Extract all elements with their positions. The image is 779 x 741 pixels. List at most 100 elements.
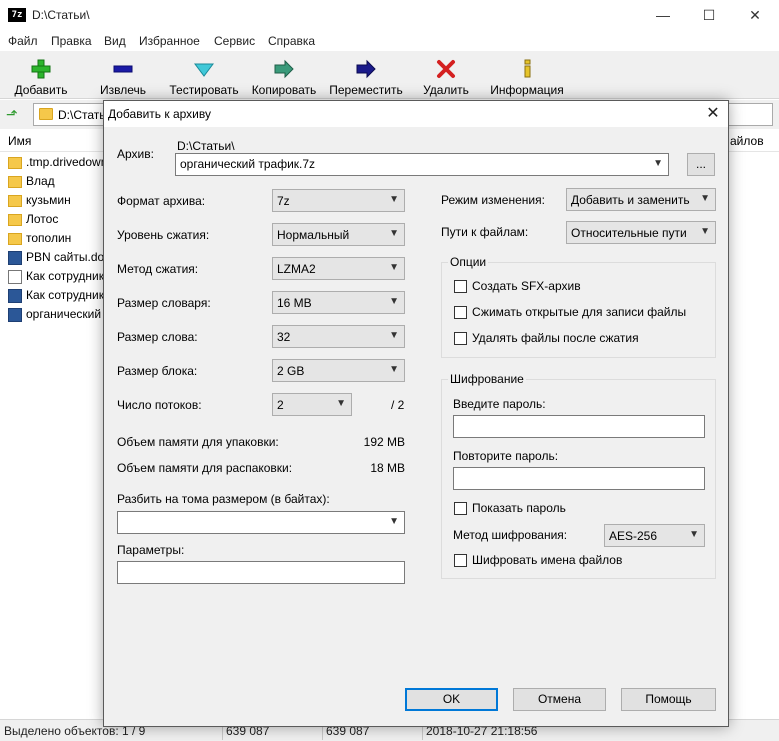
extract-label: Извлечь xyxy=(99,83,146,97)
menu-file[interactable]: Файл xyxy=(8,34,38,48)
password-label: Введите пароль: xyxy=(453,397,546,411)
dict-select[interactable]: 16 MB ▼ xyxy=(272,291,405,314)
help-button[interactable]: Помощь xyxy=(621,688,716,711)
level-value: Нормальный xyxy=(277,228,350,242)
threads-select[interactable]: 2 ▼ xyxy=(272,393,352,416)
encrypt-names-label: Шифровать имена файлов xyxy=(472,553,623,567)
maximize-button[interactable]: ☐ xyxy=(686,0,732,31)
mem-unpack-value: 18 MB xyxy=(370,461,405,475)
dialog-title: Добавить к архиву xyxy=(108,107,211,121)
path-mode-label: Пути к файлам: xyxy=(441,225,529,239)
menu-tools[interactable]: Сервис xyxy=(214,34,255,48)
threads-label: Число потоков: xyxy=(117,398,202,412)
sfx-checkbox[interactable] xyxy=(454,280,467,293)
list-item[interactable]: тополин xyxy=(8,231,71,250)
params-input[interactable] xyxy=(117,561,405,584)
column-name-header[interactable]: Имя xyxy=(8,134,31,148)
word-doc-icon xyxy=(8,288,22,303)
archive-name-combo[interactable]: органический трафик.7z ▼ xyxy=(175,153,669,176)
delete-after-checkbox[interactable] xyxy=(454,332,467,345)
update-mode-select[interactable]: Добавить и заменить ▼ xyxy=(566,188,716,211)
list-item[interactable]: Влад xyxy=(8,174,55,193)
level-select[interactable]: Нормальный ▼ xyxy=(272,223,405,246)
archive-label: Архив: xyxy=(117,147,154,161)
app-icon: 7z xyxy=(8,8,26,22)
browse-button[interactable]: ... xyxy=(687,153,715,176)
folder-icon xyxy=(8,232,22,245)
repeat-password-input[interactable] xyxy=(453,467,705,490)
list-item[interactable]: Как сотрудник xyxy=(8,288,104,307)
params-label: Параметры: xyxy=(117,543,185,557)
block-select[interactable]: 2 GB ▼ xyxy=(272,359,405,382)
folder-icon xyxy=(8,194,22,207)
copy-arrow-icon xyxy=(274,59,294,79)
add-to-archive-dialog: Добавить к архиву ✕ Архив: D:\Статьи\ ор… xyxy=(103,100,729,727)
extract-button[interactable]: Извлечь xyxy=(92,53,154,97)
list-item[interactable]: PBN сайты.doc xyxy=(8,250,110,269)
cancel-button[interactable]: Отмена xyxy=(513,688,606,711)
chevron-down-icon: ▼ xyxy=(336,398,346,409)
mem-pack-label: Объем памяти для упаковки: xyxy=(117,435,279,449)
info-button[interactable]: Информация xyxy=(488,53,566,97)
encryption-method-label: Метод шифрования: xyxy=(453,528,568,542)
method-select[interactable]: LZMA2 ▼ xyxy=(272,257,405,280)
chevron-down-icon: ▼ xyxy=(689,529,699,540)
dict-value: 16 MB xyxy=(277,296,312,310)
list-item[interactable]: .tmp.drivedownl xyxy=(8,155,110,174)
dialog-close-button[interactable]: ✕ xyxy=(698,101,728,127)
archive-directory: D:\Статьи\ xyxy=(177,139,235,153)
update-mode-value: Добавить и заменить xyxy=(571,193,690,207)
move-arrow-icon xyxy=(356,59,376,79)
chevron-down-icon: ▼ xyxy=(389,330,399,341)
word-select[interactable]: 32 ▼ xyxy=(272,325,405,348)
test-label: Тестировать xyxy=(169,83,239,97)
mem-pack-value: 192 MB xyxy=(363,435,405,449)
folder-icon xyxy=(8,213,22,226)
chevron-down-icon: ▼ xyxy=(389,228,399,239)
sfx-label: Создать SFX-архив xyxy=(472,279,581,293)
split-volume-combo[interactable]: ▼ xyxy=(117,511,405,534)
ok-button[interactable]: OK xyxy=(405,688,498,711)
menu-view[interactable]: Вид xyxy=(104,34,126,48)
column-files-header[interactable]: айлов xyxy=(730,134,764,148)
method-label: Метод сжатия: xyxy=(117,262,199,276)
mem-unpack-label: Объем памяти для распаковки: xyxy=(117,461,293,475)
list-item[interactable]: органический xyxy=(8,307,101,326)
add-button[interactable]: Добавить xyxy=(10,53,72,97)
chevron-down-icon: ▼ xyxy=(389,296,399,307)
options-title: Опции xyxy=(448,255,489,269)
menu-edit[interactable]: Правка xyxy=(51,34,92,48)
encrypt-names-checkbox[interactable] xyxy=(454,554,467,567)
list-item[interactable]: Как сотрудник xyxy=(8,269,104,288)
menu-help[interactable]: Справка xyxy=(268,34,315,48)
up-folder-icon[interactable]: ⬏ xyxy=(6,106,22,122)
shared-files-label: Сжимать открытые для записи файлы xyxy=(472,305,687,319)
copy-button[interactable]: Копировать xyxy=(248,53,320,97)
chevron-down-icon: ▼ xyxy=(653,158,663,169)
update-mode-label: Режим изменения: xyxy=(441,193,545,207)
show-password-checkbox[interactable] xyxy=(454,502,467,515)
close-window-button[interactable]: ✕ xyxy=(732,0,778,31)
test-button[interactable]: Тестировать xyxy=(166,53,242,97)
folder-icon xyxy=(8,156,22,169)
archive-name-value: органический трафик.7z xyxy=(180,157,316,171)
dict-label: Размер словаря: xyxy=(117,296,211,310)
check-icon xyxy=(194,63,214,77)
folder-icon xyxy=(8,175,22,188)
password-input[interactable] xyxy=(453,415,705,438)
path-mode-select[interactable]: Относительные пути ▼ xyxy=(566,221,716,244)
list-item[interactable]: Лотос xyxy=(8,212,58,231)
encryption-title: Шифрование xyxy=(448,372,526,386)
delete-label: Удалить xyxy=(423,83,469,97)
format-select[interactable]: 7z ▼ xyxy=(272,189,405,212)
copy-label: Копировать xyxy=(251,83,317,97)
menu-favorites[interactable]: Избранное xyxy=(139,34,200,48)
repeat-password-label: Повторите пароль: xyxy=(453,449,559,463)
encryption-method-select[interactable]: AES-256 ▼ xyxy=(604,524,705,547)
list-item[interactable]: кузьмин xyxy=(8,193,71,212)
delete-button[interactable]: Удалить xyxy=(418,53,474,97)
shared-files-checkbox[interactable] xyxy=(454,306,467,319)
minimize-button[interactable]: — xyxy=(640,0,686,31)
word-value: 32 xyxy=(277,330,291,344)
move-button[interactable]: Переместить xyxy=(328,53,404,97)
